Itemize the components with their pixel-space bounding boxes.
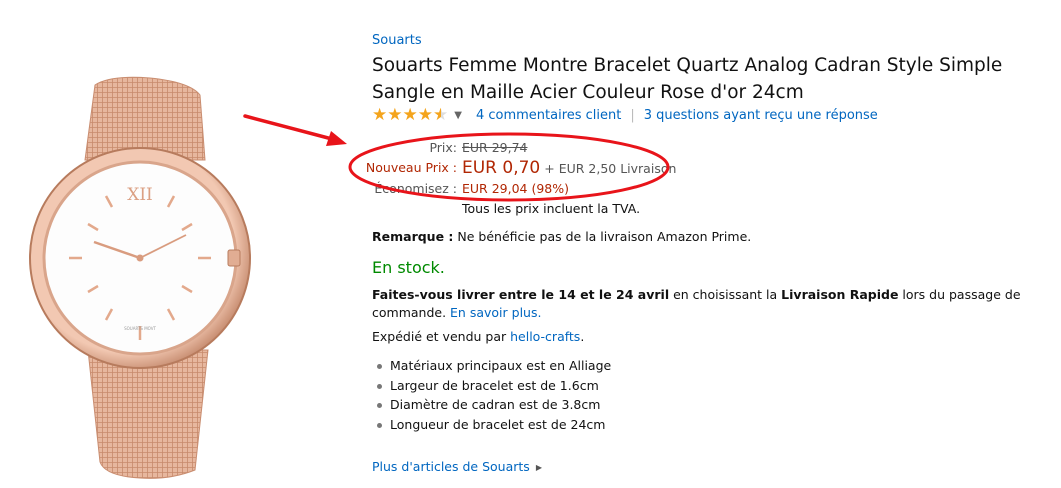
divider: | <box>630 107 635 123</box>
questions-link[interactable]: 3 questions ayant reçu une réponse <box>644 108 878 123</box>
chevron-right-icon: ▶ <box>535 463 542 472</box>
rating-row: ★ ★ ★ ★ ★ ▼ 4 commentaires client | 3 qu… <box>372 105 878 125</box>
feature-list: Matériaux principaux est en Alliage Larg… <box>372 356 611 434</box>
savings-value: EUR 29,04 (98%) <box>462 181 570 196</box>
brand-link[interactable]: Souarts <box>372 33 422 48</box>
shipping-cost: + EUR 2,50 Livraison <box>544 161 677 176</box>
chevron-down-icon[interactable]: ▼ <box>454 110 462 121</box>
star-icon: ★ <box>402 104 418 125</box>
more-link-label: Plus d'articles de Souarts <box>372 459 530 474</box>
svg-text:SOUARTS MOVT: SOUARTS MOVT <box>124 326 156 331</box>
star-icon: ★ <box>387 104 403 125</box>
delivery-info: Faites-vous livrer entre le 14 et le 24 … <box>372 286 1040 322</box>
remark-text: Ne bénéficie pas de la livraison Amazon … <box>453 229 752 244</box>
svg-text:XII: XII <box>127 185 153 205</box>
delivery-text: en choisissant la <box>669 287 782 302</box>
star-icon: ★ <box>417 104 433 125</box>
learn-more-link[interactable]: En savoir plus. <box>450 305 541 320</box>
reviews-link[interactable]: 4 commentaires client <box>476 108 621 123</box>
seller-link[interactable]: hello-crafts <box>510 329 580 344</box>
seller-text: Expédié et vendu par <box>372 329 511 344</box>
list-item: Diamètre de cadran est de 3.8cm <box>372 395 611 415</box>
watch-image: XII SOUARTS MOVT <box>29 76 251 479</box>
seller-suffix: . <box>580 329 585 344</box>
old-price: EUR 29,74 <box>462 140 528 155</box>
delivery-option: Livraison Rapide <box>781 287 899 302</box>
seller-info: Expédié et vendu par hello-crafts. <box>372 329 584 344</box>
new-price: EUR 0,70 <box>462 158 541 178</box>
savings-label: Économisez : <box>374 181 457 196</box>
remark-label: Remarque : <box>372 229 454 244</box>
list-item: Largeur de bracelet est de 1.6cm <box>372 376 611 396</box>
new-price-label: Nouveau Prix : <box>365 160 457 175</box>
new-price-value: EUR 0,70 + EUR 2,50 Livraison <box>462 158 676 178</box>
remark: Remarque : Ne bénéficie pas de la livrai… <box>372 229 751 244</box>
tva-note: Tous les prix incluent la TVA. <box>462 201 641 216</box>
stock-status: En stock. <box>372 258 445 277</box>
star-icon: ★ <box>372 104 388 125</box>
star-half-icon: ★ <box>433 104 449 125</box>
old-price-label: Prix: <box>429 140 457 155</box>
delivery-dates: Faites-vous livrer entre le 14 et le 24 … <box>372 287 670 302</box>
product-title: Souarts Femme Montre Bracelet Quartz Ana… <box>372 55 1003 103</box>
more-from-brand-link[interactable]: Plus d'articles de Souarts ▶ <box>372 459 542 474</box>
star-rating[interactable]: ★ ★ ★ ★ ★ <box>372 104 449 125</box>
product-image[interactable]: XII SOUARTS MOVT <box>0 0 300 484</box>
list-item: Matériaux principaux est en Alliage <box>372 356 611 376</box>
list-item: Longueur de bracelet est de 24cm <box>372 415 611 435</box>
